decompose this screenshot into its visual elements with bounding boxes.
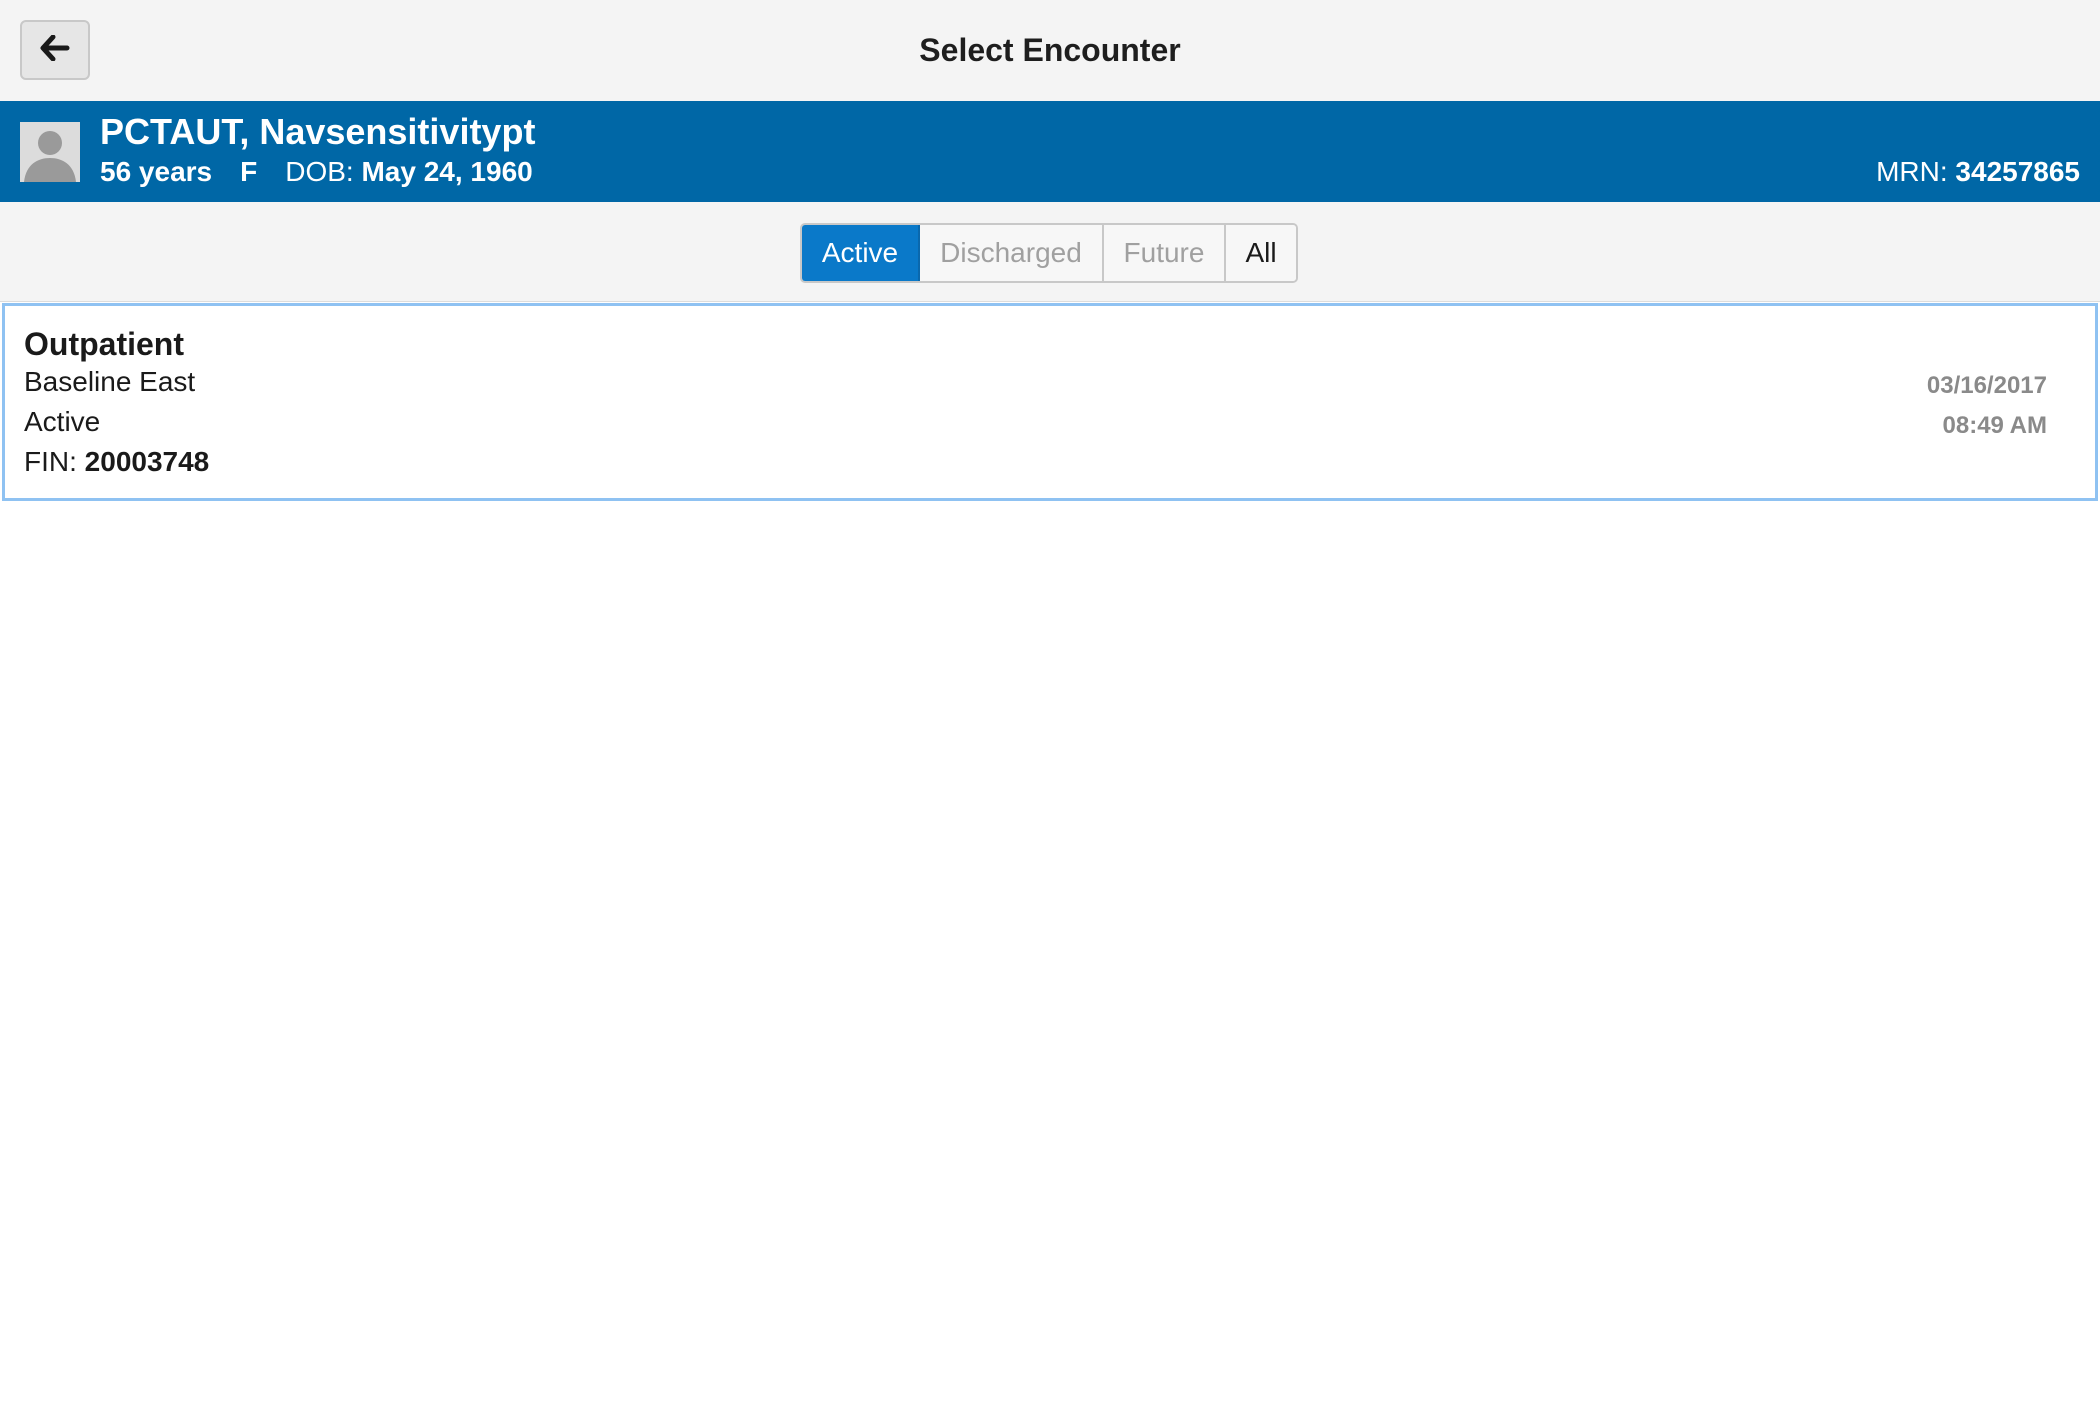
- encounter-list-item[interactable]: Outpatient Baseline East Active FIN: 200…: [2, 303, 2098, 501]
- mrn-label: MRN:: [1876, 156, 1948, 187]
- page-title: Select Encounter: [919, 32, 1181, 68]
- arrow-left-icon: [40, 34, 70, 66]
- patient-sex: F: [240, 156, 258, 187]
- patient-age: 56 years: [100, 156, 213, 187]
- dob-label: DOB:: [285, 156, 354, 187]
- encounter-date: 03/16/2017: [1926, 372, 2047, 399]
- mrn-value: 34257865: [1955, 156, 2080, 187]
- tab-all[interactable]: All: [1226, 225, 1296, 281]
- encounter-filter-segments: Active Discharged Future All: [800, 223, 1298, 283]
- patient-demographics: 56 years F DOB: May 24, 1960: [100, 156, 533, 188]
- person-silhouette-icon: [20, 122, 80, 182]
- top-navigation-bar: Select Encounter: [0, 0, 2100, 101]
- fin-value: 20003748: [84, 446, 210, 477]
- patient-name: PCTAUT, Navsensitivitypt: [100, 111, 536, 152]
- tab-future[interactable]: Future: [1104, 225, 1226, 281]
- encounter-fin: FIN: 20003748: [24, 446, 209, 478]
- patient-mrn: MRN: 34257865: [1876, 156, 2080, 188]
- back-button[interactable]: [20, 20, 90, 80]
- encounter-status: Active: [24, 406, 101, 437]
- encounter-type: Outpatient: [24, 326, 184, 362]
- fin-label: FIN:: [24, 446, 77, 477]
- tab-active[interactable]: Active: [802, 225, 920, 281]
- patient-dob: May 24, 1960: [361, 156, 533, 187]
- patient-banner: PCTAUT, Navsensitivitypt 56 years F DOB: M…: [0, 101, 2100, 202]
- encounter-filter-bar: Active Discharged Future All: [0, 202, 2100, 302]
- encounter-location: Baseline East: [24, 366, 196, 397]
- tab-discharged[interactable]: Discharged: [920, 225, 1104, 281]
- encounter-time: 08:49 AM: [1942, 412, 2047, 439]
